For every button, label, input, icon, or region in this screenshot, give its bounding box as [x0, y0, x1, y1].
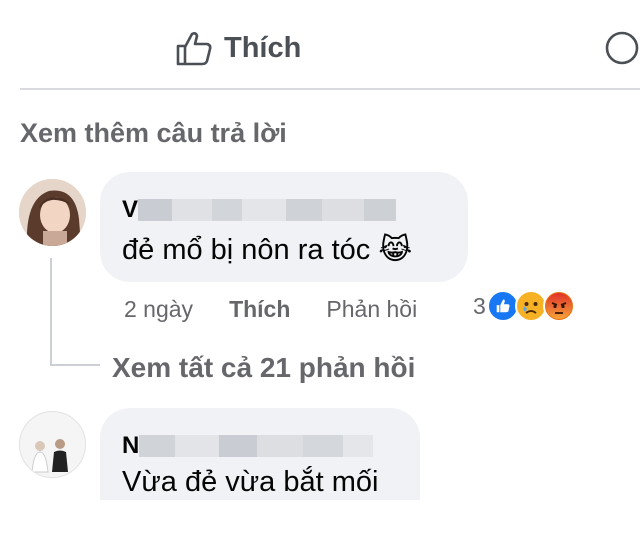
- thread-connector-line: [50, 258, 52, 366]
- comment-body: Vừa đẻ vừa bắt mối: [122, 466, 379, 498]
- blurred-author-name: [138, 199, 397, 221]
- blurred-author-name: [139, 435, 374, 457]
- action-divider: [20, 88, 640, 90]
- sad-icon: [514, 290, 547, 322]
- author-initial: N: [122, 432, 140, 459]
- comment-body: đẻ mổ bị nôn ra tóc: [122, 234, 371, 266]
- comment-reply-button[interactable]: Phản hồi: [326, 296, 417, 323]
- like-action-label: Thích: [224, 31, 302, 64]
- comment-like-button[interactable]: Thích: [229, 296, 290, 323]
- crying-cat-emoji-icon: 😹: [378, 232, 413, 266]
- thread-connector-branch: [50, 364, 100, 366]
- comment-bubble-icon: [605, 31, 639, 65]
- comment-author-name[interactable]: N: [122, 432, 374, 460]
- comment-timestamp[interactable]: 2 ngày: [124, 296, 193, 323]
- comment-bubble: N Vừa đẻ vừa bắt mối: [100, 408, 420, 500]
- like-icon: [486, 290, 519, 322]
- reaction-summary[interactable]: 3: [473, 290, 575, 322]
- comment-author-name[interactable]: V: [122, 196, 397, 224]
- like-action-button[interactable]: Thích: [174, 26, 301, 70]
- reaction-count: 3: [473, 292, 486, 319]
- comment-meta-row: 2 ngày Thích Phản hồi: [124, 296, 417, 323]
- comment-text: đẻ mổ bị nôn ra tóc 😹: [122, 232, 412, 267]
- profile-photo-icon: [19, 179, 86, 246]
- commenter-avatar[interactable]: [19, 411, 86, 478]
- view-more-replies-link[interactable]: Xem thêm câu trả lời: [20, 118, 287, 149]
- commenter-avatar[interactable]: [19, 179, 86, 246]
- view-all-replies-link[interactable]: Xem tất cả 21 phản hồi: [112, 352, 415, 384]
- author-initial: V: [122, 196, 139, 223]
- angry-icon: [542, 290, 575, 322]
- profile-photo-icon: [20, 412, 85, 477]
- comment-bubble: V đẻ mổ bị nôn ra tóc 😹: [100, 172, 468, 282]
- comment-action-button[interactable]: [600, 26, 640, 70]
- thumbs-up-icon: [176, 32, 212, 66]
